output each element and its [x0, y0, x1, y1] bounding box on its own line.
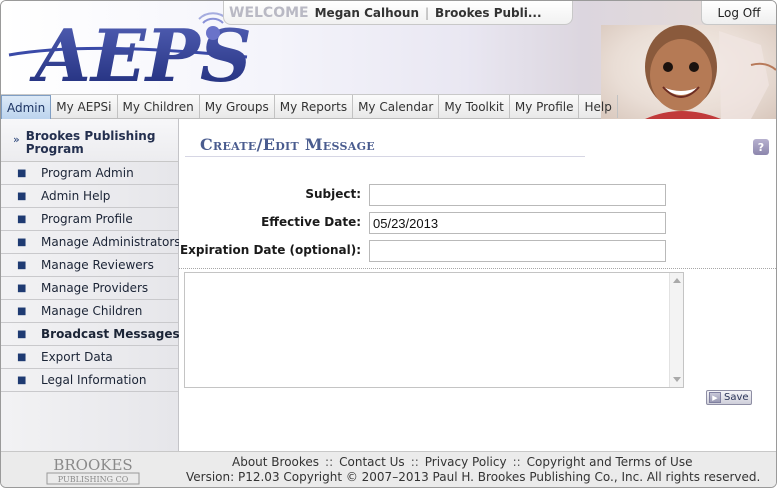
tab-help[interactable]: Help — [579, 95, 618, 118]
user-name: Megan Calhoun — [314, 5, 419, 20]
welcome-label: WELCOME — [229, 4, 309, 21]
sidebar-item-manage-administrators[interactable]: ■ Manage Administrators — [1, 231, 181, 254]
expiration-date-input[interactable] — [369, 240, 666, 262]
sidebar-item-label: Admin Help — [41, 189, 111, 203]
footer-link-about[interactable]: About Brookes — [232, 455, 319, 469]
sidebar: » Brookes Publishing Program ■ Program Ad… — [1, 119, 181, 451]
bullet-icon: ■ — [17, 167, 27, 179]
brookes-logo-line1: BROOKES — [53, 456, 132, 474]
bullet-icon: ■ — [17, 259, 27, 271]
sidebar-item-program-admin[interactable]: ■ Program Admin — [1, 162, 178, 185]
message-scrollbar[interactable] — [669, 273, 683, 387]
effective-date-label: Effective Date: — [261, 215, 361, 229]
bullet-icon: ■ — [17, 213, 27, 225]
tab-my-reports[interactable]: My Reports — [275, 95, 354, 118]
title-bar: Create/Edit Message — [185, 133, 585, 157]
org-name: Brookes Publi... — [435, 5, 542, 20]
sidebar-item-label: Manage Reviewers — [41, 258, 154, 272]
tab-admin[interactable]: Admin — [1, 95, 52, 119]
bullet-icon: ■ — [17, 282, 27, 294]
sidebar-item-label: Legal Information — [41, 373, 147, 387]
tab-my-calendar[interactable]: My Calendar — [353, 95, 440, 118]
tab-my-aepsi[interactable]: My AEPSi — [51, 95, 118, 118]
footer: BROOKES PUBLISHING CO About Brookes:: Con… — [1, 451, 776, 487]
welcome-separator: | — [425, 5, 430, 20]
sidebar-item-admin-help[interactable]: ■ Admin Help — [1, 185, 178, 208]
tab-my-toolkit[interactable]: My Toolkit — [439, 95, 510, 118]
bullet-icon: ■ — [17, 351, 27, 363]
subject-input[interactable] — [369, 184, 666, 206]
log-off-button[interactable]: Log Off — [701, 1, 776, 25]
sidebar-item-label: Program Profile — [41, 212, 133, 226]
footer-link-copyright[interactable]: Copyright and Terms of Use — [527, 455, 693, 469]
sidebar-item-export-data[interactable]: ■ Export Data — [1, 346, 178, 369]
sidebar-item-broadcast-messages[interactable]: ■ Broadcast Messages — [1, 323, 180, 346]
brookes-logo-line2: PUBLISHING CO — [58, 475, 129, 484]
effective-date-row: Effective Date: — [179, 212, 776, 234]
sidebar-group-header[interactable]: » Brookes Publishing Program — [1, 119, 178, 162]
sidebar-item-label: Manage Providers — [41, 281, 149, 295]
bullet-icon: ■ — [17, 190, 27, 202]
bullet-icon: ■ — [17, 374, 27, 386]
message-box — [184, 272, 684, 388]
page-title: Create/Edit Message — [200, 135, 375, 154]
main-nav: Admin My AEPSi My Children My Groups My … — [1, 94, 618, 119]
save-label: Save — [724, 392, 749, 403]
footer-separator: :: — [410, 455, 419, 469]
aepsi-logo[interactable]: AEPSi — [7, 7, 252, 89]
tab-my-children[interactable]: My Children — [118, 95, 200, 118]
sidebar-item-label: Export Data — [41, 350, 113, 364]
app-window: AEPSi WELCOME Megan Calhoun | Brookes Pu… — [0, 0, 777, 488]
tab-my-profile[interactable]: My Profile — [510, 95, 580, 118]
logo-text: AEPSi — [29, 13, 252, 89]
main-content: Create/Edit Message ? Subject: Effective… — [179, 119, 776, 451]
expiration-date-label: Expiration Date (optional): — [179, 243, 361, 257]
sidebar-item-manage-reviewers[interactable]: ■ Manage Reviewers — [1, 254, 178, 277]
message-textarea[interactable] — [185, 273, 669, 387]
sidebar-item-label: Program Admin — [41, 166, 134, 180]
sidebar-item-manage-children[interactable]: ■ Manage Children — [1, 300, 178, 323]
expiration-date-row: Expiration Date (optional): — [179, 240, 776, 262]
scroll-down-icon[interactable] — [673, 377, 681, 382]
brookes-publishing-logo[interactable]: BROOKES PUBLISHING CO — [45, 454, 141, 486]
sidebar-item-label: Manage Administrators — [41, 235, 181, 249]
save-button[interactable]: ▶ Save — [706, 390, 752, 405]
bullet-icon: ■ — [17, 236, 27, 248]
help-icon[interactable]: ? — [753, 139, 769, 155]
subject-row: Subject: — [179, 184, 776, 206]
footer-link-contact[interactable]: Contact Us — [339, 455, 405, 469]
sidebar-group-label: Brookes Publishing Program — [25, 129, 156, 156]
footer-separator: :: — [325, 455, 334, 469]
bullet-icon: ■ — [17, 305, 27, 317]
footer-separator: :: — [512, 455, 521, 469]
sidebar-item-manage-providers[interactable]: ■ Manage Providers — [1, 277, 178, 300]
footer-version: Version: P12.03 Copyright © 2007–2013 Pa… — [186, 470, 761, 484]
double-chevron-right-icon: » — [13, 133, 20, 146]
footer-link-privacy[interactable]: Privacy Policy — [425, 455, 507, 469]
sidebar-item-label: Broadcast Messages — [41, 327, 180, 341]
tab-my-groups[interactable]: My Groups — [200, 95, 275, 118]
scroll-up-icon[interactable] — [673, 278, 681, 283]
arrow-right-icon: ▶ — [709, 392, 721, 403]
welcome-bar: WELCOME Megan Calhoun | Brookes Publi... — [223, 1, 573, 25]
subject-label: Subject: — [305, 187, 361, 201]
child-photo — [601, 25, 776, 119]
bullet-icon: ■ — [17, 328, 27, 340]
footer-links: About Brookes:: Contact Us:: Privacy Polic… — [232, 455, 692, 469]
sidebar-item-program-profile[interactable]: ■ Program Profile — [1, 208, 178, 231]
effective-date-input[interactable] — [369, 212, 666, 234]
sidebar-item-legal-information[interactable]: ■ Legal Information — [1, 369, 178, 392]
sidebar-item-label: Manage Children — [41, 304, 143, 318]
divider — [179, 268, 776, 269]
